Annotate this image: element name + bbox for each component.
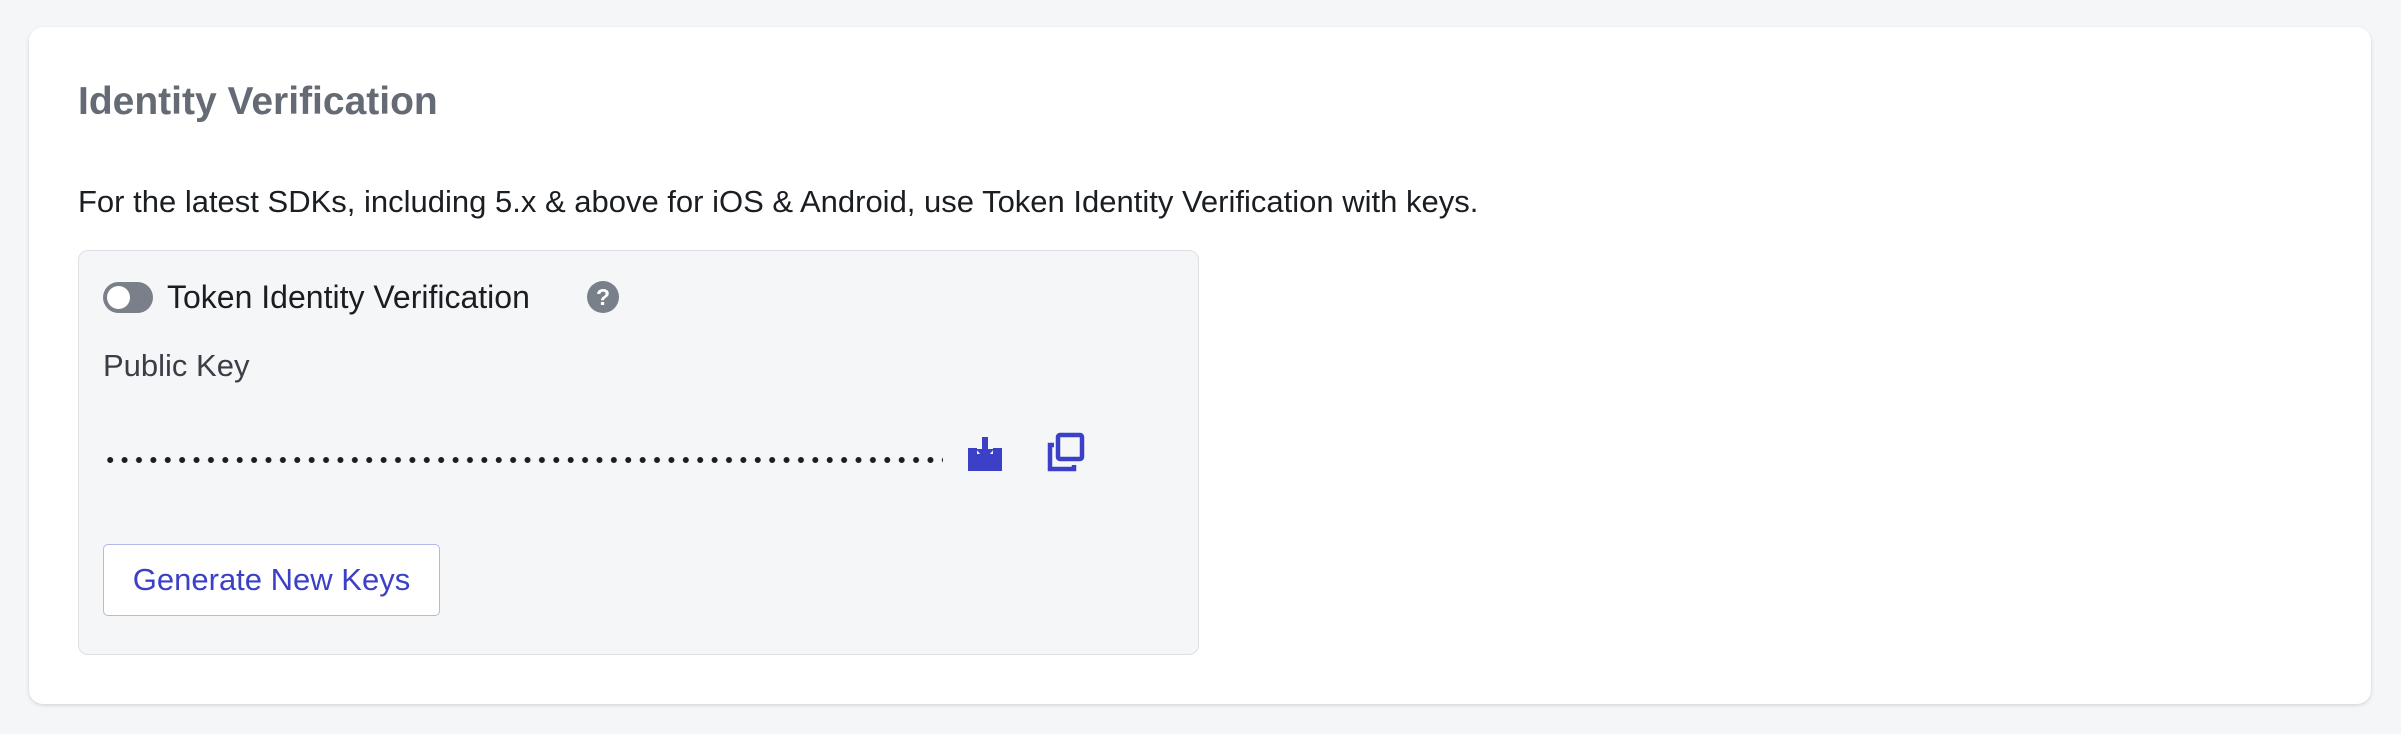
section-description: For the latest SDKs, including 5.x & abo…	[78, 184, 1479, 219]
section-title: Identity Verification	[78, 80, 438, 123]
download-icon[interactable]	[965, 434, 1005, 474]
token-verification-toggle[interactable]	[103, 282, 153, 313]
generate-new-keys-button[interactable]: Generate New Keys	[103, 544, 440, 616]
identity-verification-card: Identity Verification For the latest SDK…	[29, 27, 2371, 704]
question-circle-icon[interactable]: ?	[587, 281, 619, 313]
token-verification-label: Token Identity Verification	[167, 279, 530, 315]
token-verification-panel: Token Identity Verification ? Public Key…	[78, 250, 1199, 655]
public-key-label: Public Key	[103, 348, 250, 383]
copy-icon[interactable]	[1045, 432, 1085, 472]
public-key-masked-value	[103, 451, 943, 469]
download-icon-graphic	[968, 437, 1002, 471]
copy-icon-graphic	[1047, 432, 1085, 472]
toggle-knob	[107, 286, 130, 309]
